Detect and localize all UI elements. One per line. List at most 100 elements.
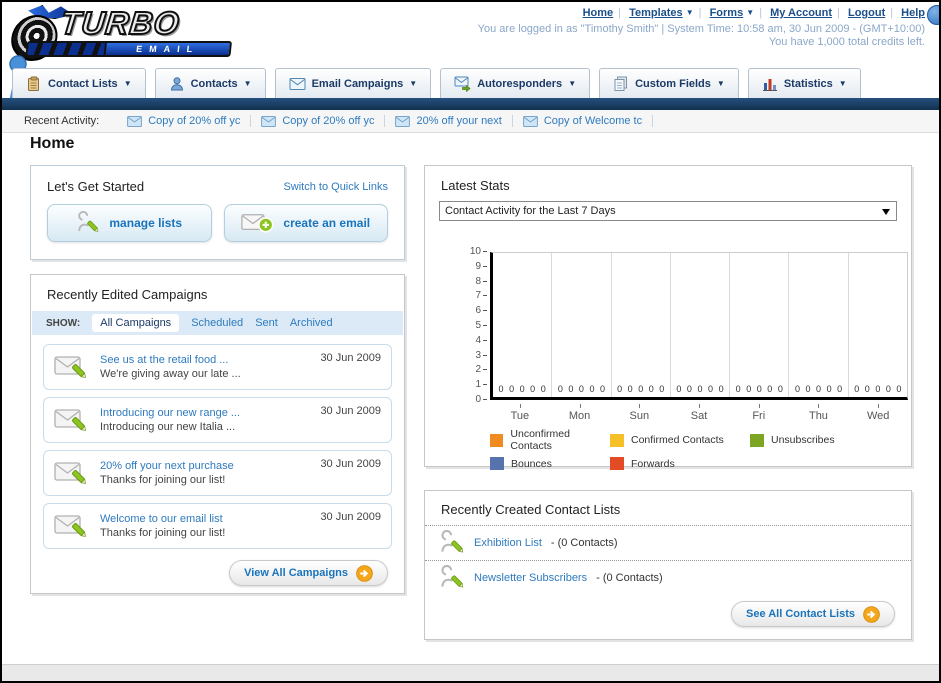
legend-item: Forwards — [610, 457, 750, 470]
create-email-button[interactable]: create an email — [223, 204, 388, 242]
contact-list-count: - (0 Contacts) — [596, 572, 663, 584]
contact-list-link[interactable]: Newsletter Subscribers — [474, 572, 587, 584]
legend-label: Bounces — [511, 457, 552, 470]
data-value-label: 0 — [659, 384, 665, 394]
envelope-pencil-icon — [54, 356, 86, 378]
y-tick-label: 0 — [475, 394, 487, 405]
chevron-down-icon: ▼ — [716, 79, 725, 88]
tab-custom-fields[interactable]: Custom Fields ▼ — [599, 68, 739, 98]
legend-label: Unsubscribes — [771, 434, 835, 446]
y-tick-label: 6 — [475, 306, 487, 316]
filter-sent[interactable]: Sent — [255, 317, 278, 329]
campaign-row[interactable]: Introducing our new range ... Introducin… — [43, 397, 392, 443]
legend-item: Bounces — [490, 457, 610, 470]
recent-activity-item[interactable]: Copy of 20% off yc — [251, 115, 386, 127]
campaign-desc: Introducing our new Italia ... — [100, 421, 236, 433]
contact-list-link[interactable]: Exhibition List — [474, 537, 542, 549]
campaign-row[interactable]: Welcome to our email list Thanks for joi… — [43, 503, 392, 549]
campaign-desc: We're giving away our late ... — [100, 368, 241, 380]
contact-lists-title: Recently Created Contact Lists — [441, 502, 621, 517]
help-bubble-icon[interactable] — [927, 5, 939, 25]
switch-quick-links[interactable]: Switch to Quick Links — [283, 181, 388, 193]
chevron-down-icon: ▼ — [746, 8, 755, 17]
nav-link-templates[interactable]: Templates — [629, 7, 683, 19]
contact-list-item[interactable]: Exhibition List - (0 Contacts) — [425, 525, 911, 560]
filter-all-campaigns[interactable]: All Campaigns — [92, 314, 180, 332]
recent-activity-item[interactable]: Copy of 20% off yc — [117, 115, 252, 127]
page-title: Home — [30, 135, 75, 152]
campaign-date: 30 Jun 2009 — [320, 458, 381, 470]
chevron-down-icon: ▼ — [243, 79, 252, 88]
nav-link-my-account[interactable]: My Account — [770, 7, 832, 19]
campaigns-title: Recently Edited Campaigns — [47, 287, 208, 302]
campaign-title[interactable]: 20% off your next purchase — [100, 460, 234, 472]
recent-activity-item[interactable]: 20% off your next — [385, 115, 513, 127]
recent-activity-item[interactable]: Copy of Welcome tc — [513, 115, 654, 127]
see-all-contact-lists-button[interactable]: See All Contact Lists — [730, 601, 895, 627]
y-tick-label: 5 — [475, 320, 487, 331]
arrow-circle-icon — [356, 564, 373, 582]
contact-lists-panel: Recently Created Contact Lists Exhibitio… — [424, 490, 912, 640]
latest-stats-panel: Latest Stats Contact Activity for the La… — [424, 165, 912, 470]
tab-autoresponders[interactable]: Autoresponders ▼ — [440, 68, 591, 98]
stats-period-value: Contact Activity for the Last 7 Days — [445, 205, 616, 217]
chart-plot: 00000000000000000000000000000000000 — [490, 252, 908, 400]
arrow-circle-icon — [863, 605, 880, 623]
stats-period-select[interactable]: Contact Activity for the Last 7 Days — [439, 201, 897, 221]
data-value-label: 0 — [557, 384, 563, 394]
envelope-icon — [127, 115, 143, 127]
legend-swatch — [750, 433, 764, 447]
legend-label: Unconfirmed Contacts — [510, 428, 570, 452]
data-value-label: 0 — [896, 384, 902, 394]
nav-link-forms[interactable]: Forms — [710, 7, 744, 19]
chevron-down-icon: ▼ — [568, 79, 577, 88]
campaign-row[interactable]: 20% off your next purchase Thanks for jo… — [43, 450, 392, 496]
filter-scheduled[interactable]: Scheduled — [191, 317, 243, 329]
tab-email-campaigns[interactable]: Email Campaigns ▼ — [274, 68, 432, 98]
x-tick-label: Sat — [669, 404, 729, 422]
campaign-row[interactable]: See us at the retail food ... We're givi… — [43, 344, 392, 390]
tab-contacts[interactable]: Contacts ▼ — [154, 68, 266, 98]
chevron-down-icon: ▼ — [123, 79, 132, 88]
chart-day-group: 00000 — [849, 253, 907, 397]
nav-link-help[interactable]: Help — [901, 7, 925, 19]
nav-link-home[interactable]: Home — [583, 7, 614, 19]
data-value-label: 0 — [854, 384, 860, 394]
envelope-icon — [395, 115, 411, 127]
manage-lists-button[interactable]: manage lists — [47, 204, 212, 242]
data-value-label: 0 — [686, 384, 692, 394]
x-tick-label: Tue — [490, 404, 550, 422]
tab-contact-lists[interactable]: Contact Lists ▼ — [12, 68, 146, 98]
campaign-title[interactable]: See us at the retail food ... — [100, 354, 241, 366]
data-value-label: 0 — [708, 384, 714, 394]
x-tick-label: Thu — [789, 404, 849, 422]
view-all-campaigns-button[interactable]: View All Campaigns — [229, 560, 388, 586]
chart-x-labels: Tue Mon Sun Sat Fri Thu Wed — [490, 404, 908, 422]
campaign-filter-bar: SHOW: All Campaigns Scheduled Sent Archi… — [32, 311, 403, 335]
nav-divider-bar — [2, 98, 939, 110]
data-value-label: 0 — [519, 384, 525, 394]
nav-link-logout[interactable]: Logout — [848, 7, 885, 19]
campaign-title[interactable]: Welcome to our email list — [100, 513, 225, 525]
logo-stripes — [27, 43, 107, 55]
y-tick-label: 2 — [475, 365, 487, 375]
logo-text-email: EMAIL — [135, 44, 200, 54]
tab-label: Email Campaigns — [311, 77, 404, 90]
app-window: TURBO EMAIL Home | Templates ▼ | Forms ▼ | … — [0, 0, 941, 683]
data-value-label: 0 — [777, 384, 783, 394]
get-started-panel: Let's Get Started Switch to Quick Links … — [30, 165, 405, 260]
tab-label: Autoresponders — [477, 77, 563, 90]
contact-list-item[interactable]: Newsletter Subscribers - (0 Contacts) — [425, 560, 911, 595]
chart-day-group: 00000 — [493, 253, 553, 397]
tab-label: Contacts — [190, 77, 238, 90]
email-campaigns-icon — [289, 77, 306, 90]
tab-label: Statistics — [783, 77, 833, 90]
tab-statistics[interactable]: Statistics ▼ — [747, 68, 861, 98]
campaign-title[interactable]: Introducing our new range ... — [100, 407, 240, 419]
header-nav: Home | Templates ▼ | Forms ▼ | My Account | … — [582, 7, 925, 19]
person-pencil-icon — [78, 211, 99, 232]
turbo-email-logo: TURBO EMAIL — [7, 4, 248, 61]
filter-archived[interactable]: Archived — [290, 317, 333, 329]
legend-item: Unsubscribes — [750, 428, 900, 452]
campaign-list: See us at the retail food ... We're givi… — [31, 335, 404, 549]
